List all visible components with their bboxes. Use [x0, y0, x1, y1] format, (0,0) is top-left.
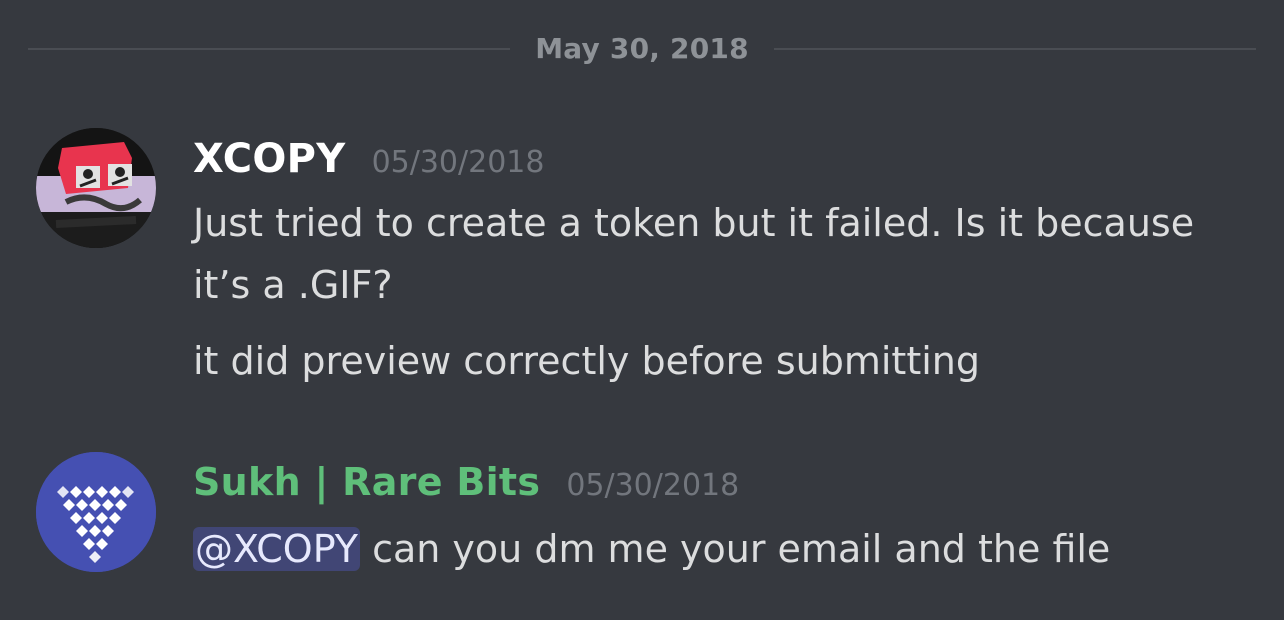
username[interactable]: Sukh | Rare Bits — [193, 460, 540, 504]
avatar-sukh[interactable] — [36, 452, 156, 572]
xcopy-artwork-avatar-icon — [36, 128, 156, 248]
message-timestamp: 05/30/2018 — [566, 468, 740, 503]
message-text: it did preview correctly before submitti… — [193, 339, 980, 383]
message-text-line: it’s a .GIF? — [193, 263, 393, 307]
divider-line-left — [28, 48, 510, 50]
message-body: can you dm me your email and the file — [360, 527, 1111, 571]
user-mention[interactable]: @XCOPY — [193, 527, 361, 571]
rare-bits-diamond-logo-icon — [36, 452, 156, 572]
message-header-1: XCOPY 05/30/2018 — [193, 136, 544, 182]
divider-line-right — [774, 48, 1256, 50]
divider-date-label: May 30, 2018 — [535, 32, 749, 65]
chat-message-list: May 30, 2018 XCOPY 05/30/2018 Just tried… — [0, 0, 1284, 620]
message-text-line: Just tried to create a token but it fail… — [193, 201, 1195, 245]
message-text: @XCOPY can you dm me your email and the … — [193, 518, 1110, 580]
message-timestamp: 05/30/2018 — [371, 145, 545, 180]
message-header-2: Sukh | Rare Bits 05/30/2018 — [193, 460, 739, 504]
avatar-xcopy[interactable] — [36, 128, 156, 248]
username[interactable]: XCOPY — [193, 136, 346, 182]
date-divider: May 30, 2018 — [28, 26, 1256, 72]
